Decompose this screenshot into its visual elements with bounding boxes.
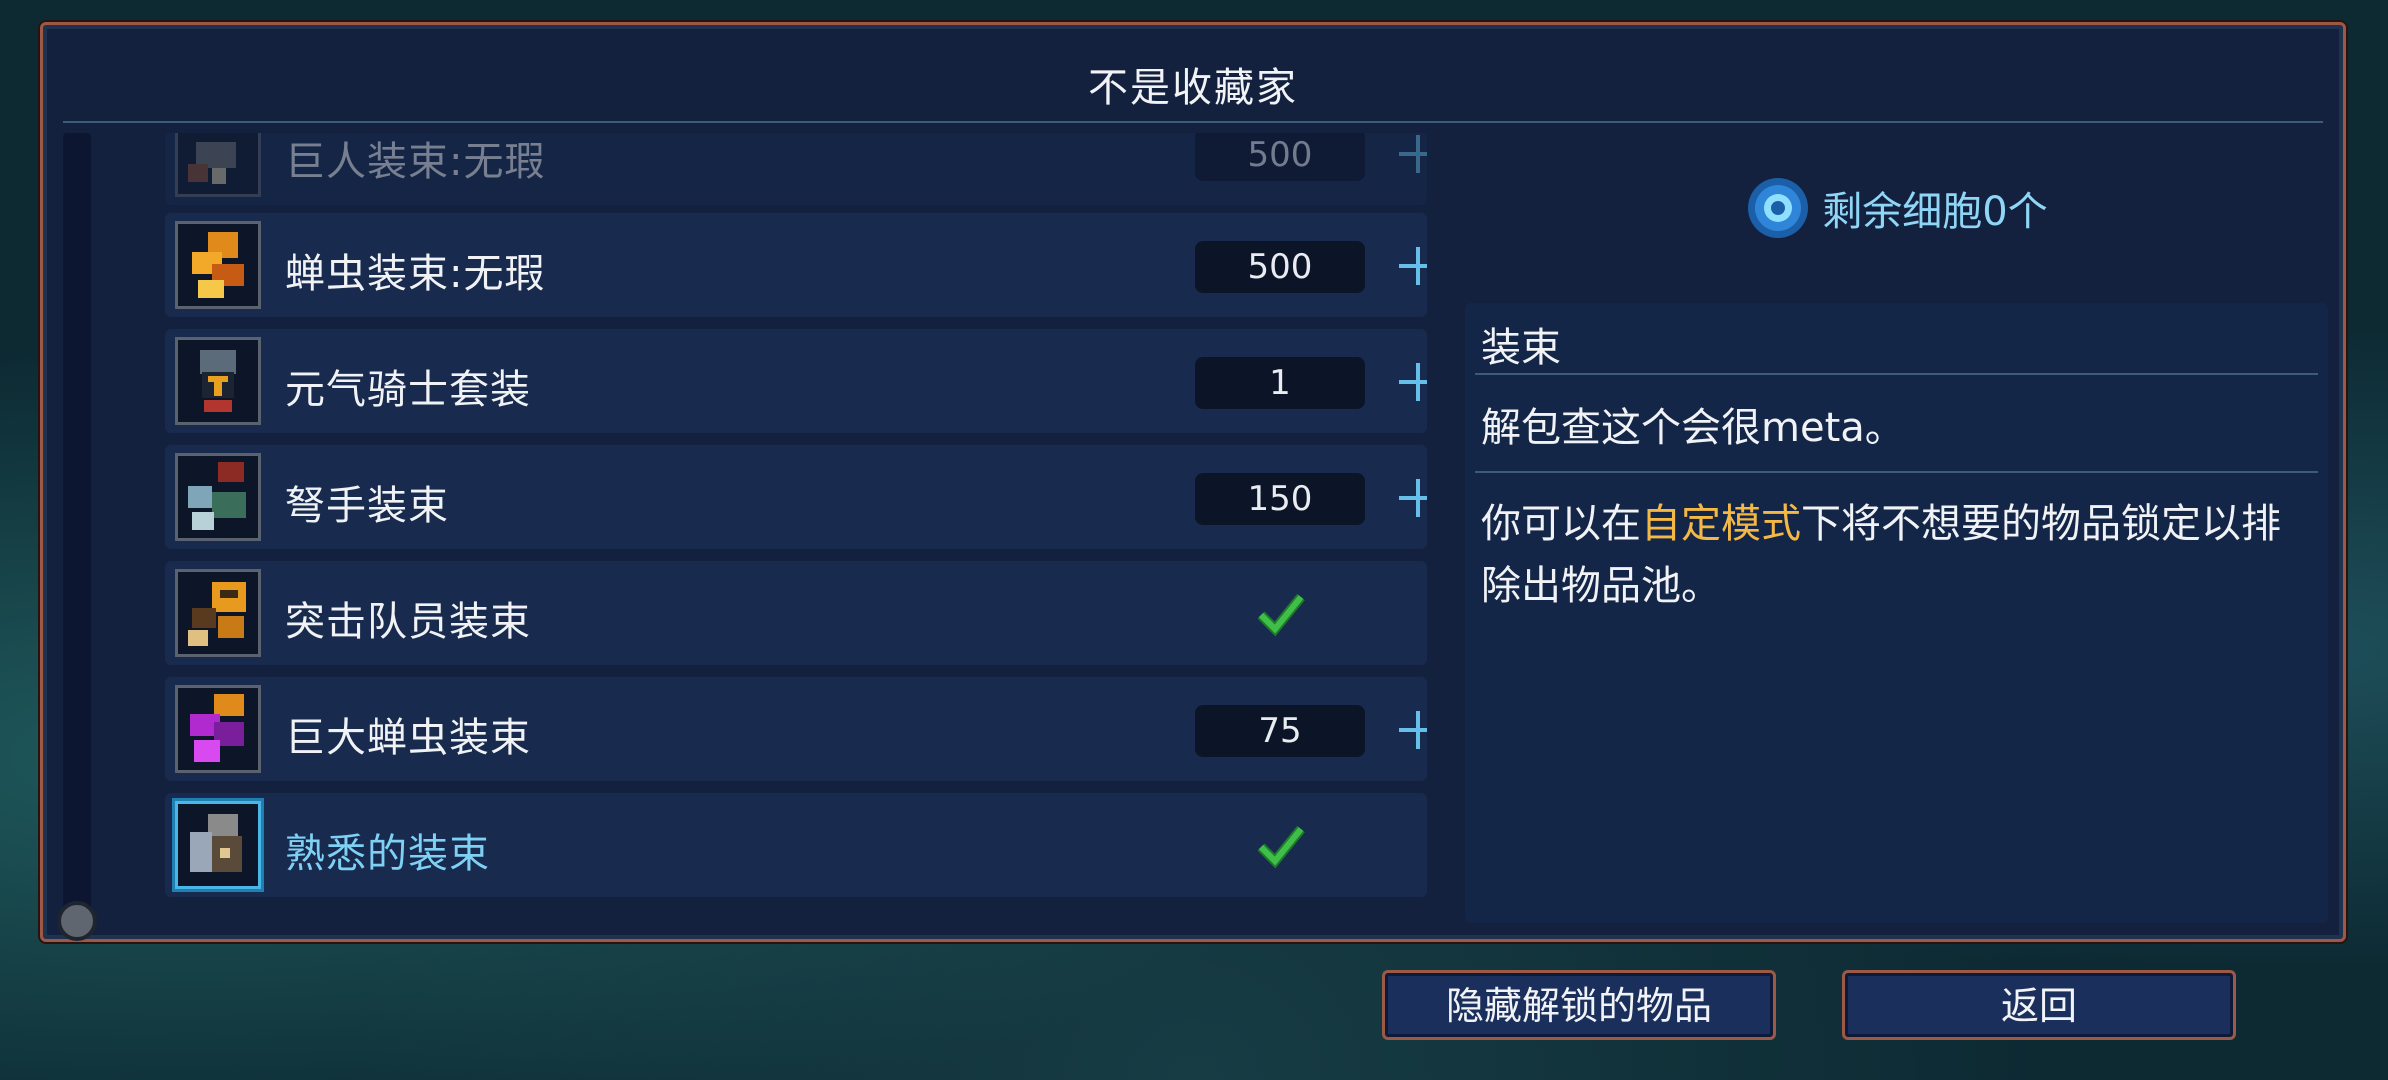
item-cost: 500: [1195, 133, 1365, 181]
description-title: 装束: [1481, 325, 1561, 371]
cells-remaining-text: 剩余细胞0个: [1822, 189, 2048, 235]
list-item[interactable]: 突击队员装束: [165, 561, 1427, 665]
custom-mode-highlight: 自定模式: [1641, 501, 1801, 547]
crossbow-outfit-icon: [175, 453, 261, 541]
item-name: 突击队员装束: [285, 599, 531, 645]
list-item[interactable]: 元气骑士套装 1: [165, 329, 1427, 433]
item-cost: 1: [1195, 357, 1365, 409]
plus-icon[interactable]: [1395, 133, 1427, 177]
cell-icon: [1745, 173, 1811, 243]
cells-counter: 剩余细胞0个: [1465, 173, 2328, 253]
item-cost: 75: [1195, 705, 1365, 757]
list-item[interactable]: 蝉虫装束:无瑕 500: [165, 213, 1427, 317]
title-divider: [63, 121, 2323, 123]
description-panel: 装束 解包查这个会很meta。 你可以在自定模式下将不想要的物品锁定以排除出物品…: [1465, 303, 2328, 923]
description-hint: 你可以在自定模式下将不想要的物品锁定以排除出物品池。: [1481, 493, 2311, 617]
commando-outfit-icon: [175, 569, 261, 657]
item-name: 元气骑士套装: [285, 367, 531, 413]
list-scrollbar[interactable]: [63, 133, 91, 923]
cicada-outfit-icon: [175, 221, 261, 309]
plus-icon[interactable]: [1395, 475, 1427, 521]
item-cost: 500: [1195, 241, 1365, 293]
item-name: 弩手装束: [285, 483, 449, 529]
plus-icon[interactable]: [1395, 359, 1427, 405]
checkmark-icon: [1257, 589, 1305, 637]
list-item[interactable]: 巨大蝉虫装束 75: [165, 677, 1427, 781]
description-divider: [1475, 373, 2318, 375]
item-name: 巨大蝉虫装束: [285, 715, 531, 761]
item-name: 蝉虫装束:无瑕: [285, 251, 546, 297]
item-cost: 150: [1195, 473, 1365, 525]
scrollbar-knob[interactable]: [57, 901, 97, 941]
hide-unlocked-button[interactable]: 隐藏解锁的物品: [1382, 970, 1776, 1040]
list-item[interactable]: 巨人装束:无瑕 500: [165, 133, 1427, 205]
plus-icon[interactable]: [1395, 707, 1427, 753]
plus-icon[interactable]: [1395, 243, 1427, 289]
item-list[interactable]: 巨人装束:无瑕 500 蝉虫装束:无瑕 500 元气骑士套装 1 弩手装束 15…: [165, 133, 1427, 923]
detail-column: 剩余细胞0个 装束 解包查这个会很meta。 你可以在自定模式下将不想要的物品锁…: [1465, 133, 2328, 923]
giant-outfit-icon: [175, 133, 261, 197]
hint-text-before: 你可以在: [1481, 501, 1641, 547]
list-item-selected[interactable]: 熟悉的装束: [165, 793, 1427, 897]
description-divider: [1475, 471, 2318, 473]
back-button[interactable]: 返回: [1842, 970, 2236, 1040]
giant-cicada-outfit-icon: [175, 685, 261, 773]
description-subtitle: 解包查这个会很meta。: [1481, 405, 1905, 451]
dialog-title: 不是收藏家: [1088, 65, 1298, 111]
collector-dialog: 不是收藏家 巨人装束:无瑕 500 蝉虫装束:无瑕 500 元气骑士套装 1 弩…: [40, 22, 2346, 942]
list-item[interactable]: 弩手装束 150: [165, 445, 1427, 549]
item-name: 熟悉的装束: [285, 831, 490, 877]
item-name: 巨人装束:无瑕: [285, 139, 546, 185]
soul-knight-outfit-icon: [175, 337, 261, 425]
familiar-outfit-icon: [175, 801, 261, 889]
checkmark-icon: [1257, 821, 1305, 869]
